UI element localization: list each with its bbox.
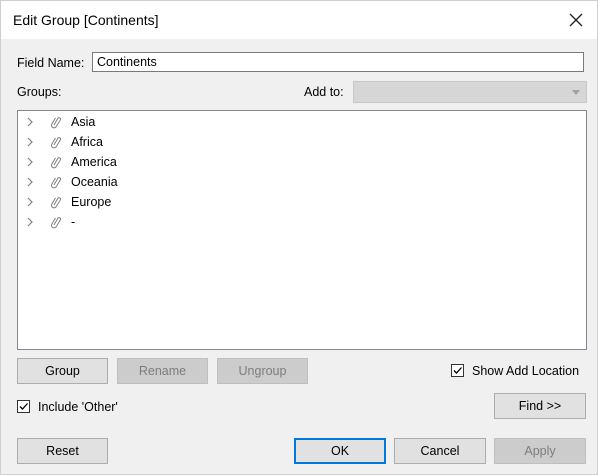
tree-item[interactable]: Africa (18, 132, 586, 152)
rename-button[interactable]: Rename (117, 358, 208, 384)
show-add-location-checkbox[interactable] (451, 364, 464, 377)
add-to-select[interactable] (353, 81, 587, 103)
chevron-right-icon[interactable] (24, 136, 36, 148)
add-to-label: Add to: (304, 85, 344, 99)
apply-button[interactable]: Apply (494, 438, 586, 464)
close-icon[interactable] (563, 7, 589, 33)
chevron-right-icon[interactable] (24, 196, 36, 208)
tree-item-label: America (71, 155, 117, 169)
field-name-label: Field Name: (17, 56, 85, 70)
tree-item-label: Africa (71, 135, 103, 149)
dialog-title: Edit Group [Continents] (13, 12, 159, 28)
paperclip-icon (50, 155, 62, 169)
ungroup-button[interactable]: Ungroup (217, 358, 308, 384)
paperclip-icon (50, 175, 62, 189)
paperclip-icon (50, 195, 62, 209)
tree-item[interactable]: Oceania (18, 172, 586, 192)
title-bar: Edit Group [Continents] (1, 1, 597, 39)
tree-item[interactable]: Europe (18, 192, 586, 212)
tree-item-label: Europe (71, 195, 112, 209)
chevron-right-icon[interactable] (24, 176, 36, 188)
groups-tree[interactable]: Asia Africa America Oceania Europe - (17, 110, 587, 350)
paperclip-icon (50, 215, 62, 229)
tree-item-label: Asia (71, 115, 96, 129)
include-other-label[interactable]: Include 'Other' (38, 400, 118, 414)
tree-item[interactable]: America (18, 152, 586, 172)
ok-button[interactable]: OK (294, 438, 386, 464)
show-add-location-label[interactable]: Show Add Location (472, 364, 579, 378)
paperclip-icon (50, 115, 62, 129)
field-name-input[interactable]: Continents (92, 52, 584, 72)
paperclip-icon (50, 135, 62, 149)
reset-button[interactable]: Reset (17, 438, 108, 464)
chevron-right-icon[interactable] (24, 216, 36, 228)
include-other-checkbox[interactable] (17, 400, 30, 413)
chevron-down-icon (572, 90, 580, 95)
group-button[interactable]: Group (17, 358, 108, 384)
tree-item[interactable]: - (18, 212, 586, 232)
checkmark-icon (453, 367, 462, 374)
checkmark-icon (19, 403, 28, 410)
chevron-right-icon[interactable] (24, 156, 36, 168)
chevron-right-icon[interactable] (24, 116, 36, 128)
find-button[interactable]: Find >> (494, 393, 586, 419)
edit-group-dialog: Edit Group [Continents] Field Name: Cont… (0, 0, 598, 475)
groups-label: Groups: (17, 85, 62, 99)
tree-item-label: - (71, 215, 76, 229)
cancel-button[interactable]: Cancel (394, 438, 486, 464)
tree-item-label: Oceania (71, 175, 118, 189)
tree-item[interactable]: Asia (18, 112, 586, 132)
